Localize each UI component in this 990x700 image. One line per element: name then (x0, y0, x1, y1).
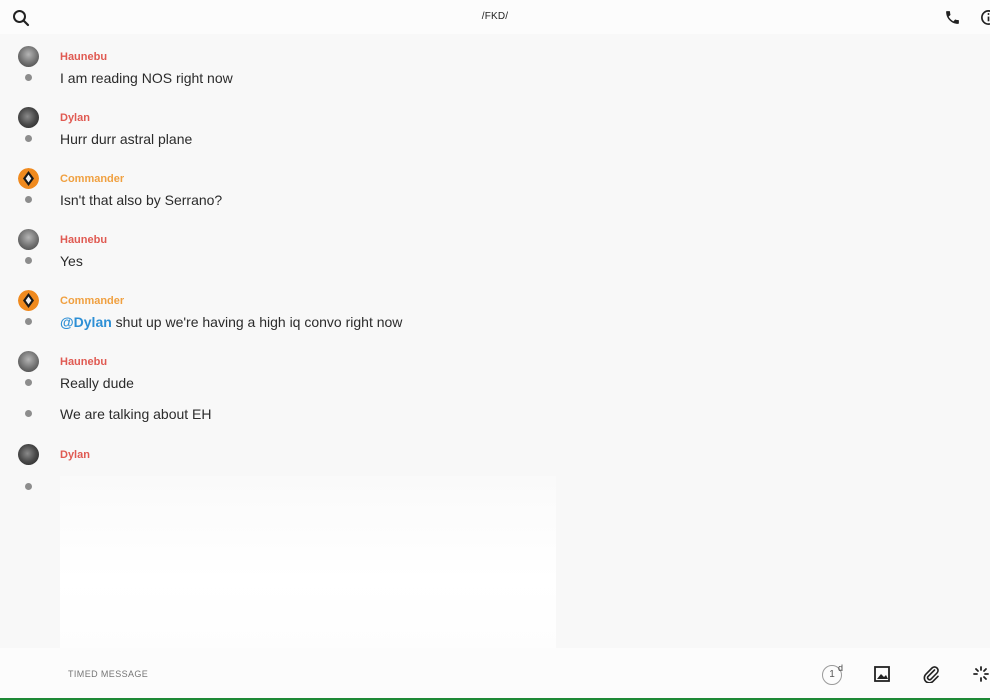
message-author[interactable]: Dylan (60, 449, 90, 461)
message-author[interactable]: Dylan (60, 112, 90, 124)
message-text: We are talking about EH (60, 406, 212, 422)
status-dot (25, 379, 32, 386)
info-icon[interactable] (980, 9, 990, 26)
message-text: Yes (60, 253, 83, 269)
message-text: @Dylan shut up we're having a high iq co… (60, 314, 402, 330)
status-dot (25, 196, 32, 203)
status-dot (25, 410, 32, 417)
status-dot (25, 318, 32, 325)
message-author[interactable]: Commander (60, 173, 124, 185)
haunebu-avatar[interactable] (18, 46, 39, 67)
commander-avatar[interactable] (18, 168, 39, 189)
message-list[interactable]: Haunebu I am reading NOS right now Dylan… (0, 34, 990, 648)
message-author[interactable]: Commander (60, 295, 124, 307)
status-dot (25, 483, 32, 490)
timer-unit: d (838, 663, 844, 673)
dylan-avatar[interactable] (18, 444, 39, 465)
status-dot (25, 135, 32, 142)
status-dot (25, 257, 32, 264)
haunebu-avatar[interactable] (18, 229, 39, 250)
conversation-title: /FKD/ (481, 11, 509, 22)
message-text: Isn't that also by Serrano? (60, 192, 223, 208)
phone-icon[interactable] (944, 9, 961, 26)
message-text: Really dude (60, 375, 134, 391)
timer-value: 1 (829, 669, 835, 680)
image-icon[interactable] (873, 665, 891, 683)
attachment-icon[interactable] (922, 665, 940, 683)
message-input[interactable] (68, 669, 668, 679)
message-author[interactable]: Haunebu (60, 356, 107, 368)
more-icon[interactable] (972, 665, 990, 683)
message-text: Hurr durr astral plane (60, 131, 193, 147)
haunebu-avatar[interactable] (18, 351, 39, 372)
status-dot (25, 74, 32, 81)
message-text: I am reading NOS right now (60, 70, 233, 86)
dylan-avatar[interactable] (18, 107, 39, 128)
message-author[interactable]: Haunebu (60, 234, 107, 246)
message-author[interactable]: Haunebu (60, 51, 107, 63)
user-mention[interactable]: @Dylan (60, 314, 112, 330)
image-attachment[interactable] (60, 476, 556, 648)
message-text-body: shut up we're having a high iq convo rig… (111, 314, 403, 330)
top-bar: /FKD/ (0, 0, 990, 34)
composer-bar: 1 d (0, 648, 990, 698)
commander-avatar[interactable] (18, 290, 39, 311)
